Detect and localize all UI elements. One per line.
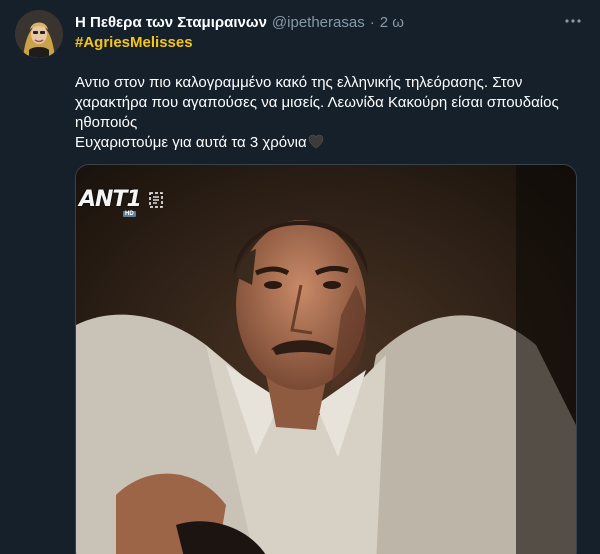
avatar[interactable] bbox=[15, 10, 63, 58]
hashtag-link[interactable]: #AgriesMelisses bbox=[75, 34, 193, 51]
age-rating-icon bbox=[147, 191, 165, 209]
channel-logo-text: ANT1 bbox=[79, 187, 142, 212]
tweet-text-paragraph: Αντιο στον πιο καλογραμμένο κακό της ελλ… bbox=[75, 74, 559, 131]
tweet-text: Αντιο στον πιο καλογραμμένο κακό της ελλ… bbox=[75, 73, 585, 155]
tweet-text-paragraph: Ευχαριστούμε για αυτά τα 3 χρόνια bbox=[75, 133, 585, 155]
user-handle[interactable]: @ipetherasas bbox=[272, 14, 365, 31]
media-image[interactable]: ANT1 HD bbox=[75, 164, 577, 554]
black-heart-emoji bbox=[308, 134, 324, 155]
hd-badge: HD bbox=[123, 211, 136, 217]
timestamp[interactable]: 2 ω bbox=[380, 14, 404, 31]
tweet-header: Η Πεθερα των Σταμιραινων @ipetherasas · … bbox=[75, 12, 560, 32]
display-name[interactable]: Η Πεθερα των Σταμιραινων bbox=[75, 14, 267, 31]
tweet[interactable]: Η Πεθερα των Σταμιραινων @ipetherasas · … bbox=[0, 0, 600, 554]
tweet-text-line: Ευχαριστούμε για αυτά τα 3 χρόνια bbox=[75, 134, 307, 151]
more-dots-icon[interactable] bbox=[562, 12, 584, 30]
channel-logo: ANT1 HD bbox=[79, 187, 165, 217]
separator-dot: · bbox=[369, 13, 375, 31]
